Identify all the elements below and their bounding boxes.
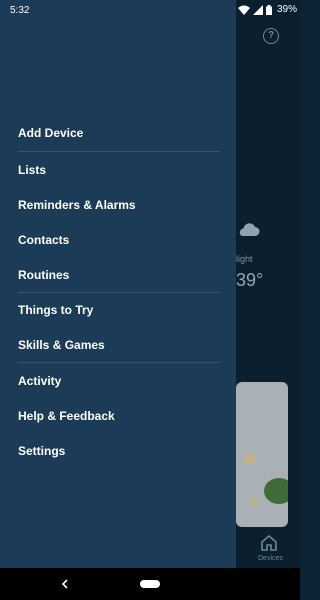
promo-card[interactable] bbox=[236, 382, 288, 527]
system-nav-bar bbox=[0, 568, 300, 600]
menu-item-lists[interactable]: Lists bbox=[0, 153, 236, 187]
wifi-icon bbox=[238, 5, 250, 15]
menu-divider bbox=[18, 362, 220, 363]
status-time: 5:32 bbox=[10, 5, 30, 16]
help-icon[interactable]: ? bbox=[263, 28, 279, 44]
back-icon[interactable] bbox=[60, 576, 70, 592]
devices-icon[interactable] bbox=[260, 534, 278, 552]
menu-item-activity[interactable]: Activity bbox=[0, 364, 236, 398]
devices-tab-label[interactable]: Devices bbox=[258, 555, 283, 562]
menu-item-add-device[interactable]: Add Device bbox=[0, 116, 236, 150]
home-pill-button[interactable] bbox=[140, 580, 160, 588]
menu-item-routines[interactable]: Routines bbox=[0, 258, 236, 292]
navigation-drawer: Add Device Lists Reminders & Alarms Cont… bbox=[0, 0, 236, 568]
weather-label: light bbox=[236, 254, 253, 264]
status-icons: 39% bbox=[238, 4, 297, 15]
battery-icon bbox=[266, 4, 272, 15]
battery-percent: 39% bbox=[277, 4, 298, 15]
menu-item-contacts[interactable]: Contacts bbox=[0, 223, 236, 257]
menu-item-skills-games[interactable]: Skills & Games bbox=[0, 328, 236, 362]
signal-icon bbox=[253, 4, 263, 15]
status-bar: 5:32 39% bbox=[0, 0, 300, 22]
menu-item-settings[interactable]: Settings bbox=[0, 434, 236, 468]
menu-item-reminders-alarms[interactable]: Reminders & Alarms bbox=[0, 188, 236, 222]
menu-item-help-feedback[interactable]: Help & Feedback bbox=[0, 399, 236, 433]
cloud-icon bbox=[239, 223, 260, 236]
menu-divider bbox=[18, 151, 220, 152]
menu-item-things-to-try[interactable]: Things to Try bbox=[0, 293, 236, 327]
temperature-text: 39° bbox=[236, 270, 264, 290]
